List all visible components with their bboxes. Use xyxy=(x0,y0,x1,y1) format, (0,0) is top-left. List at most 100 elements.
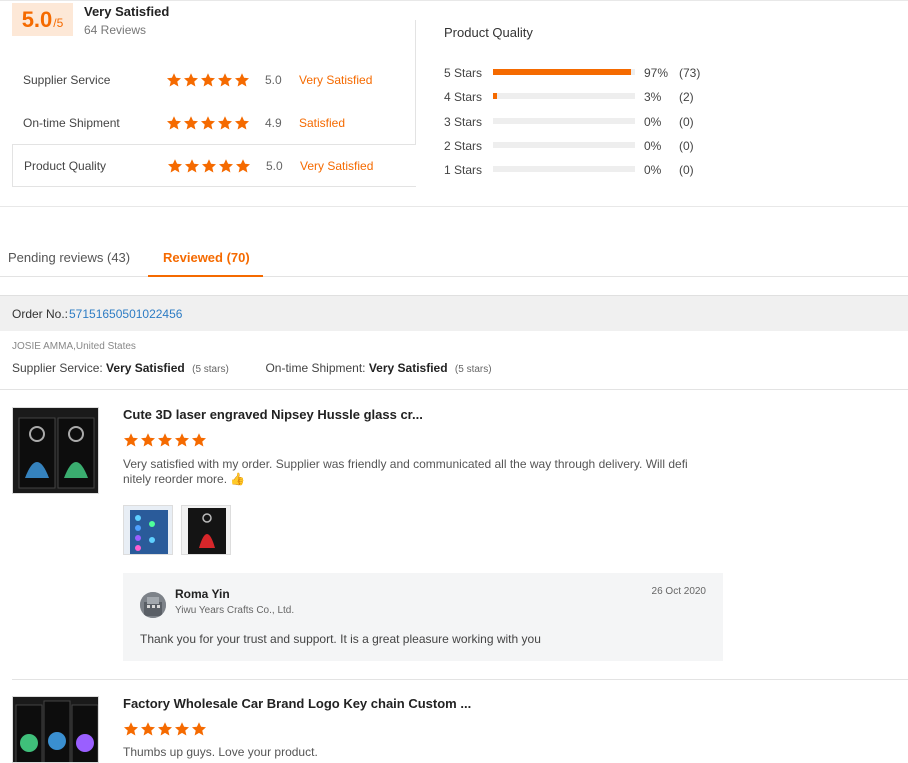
histogram-count: (73) xyxy=(679,66,701,80)
tab-reviewed[interactable]: Reviewed (70) xyxy=(163,250,250,265)
order-number-label: Order No.: xyxy=(12,307,69,321)
rating-label: Very Satisfied xyxy=(300,158,374,173)
histogram-count: (0) xyxy=(679,114,694,129)
rating-label: Very Satisfied xyxy=(299,72,373,87)
rating-row-product-quality[interactable]: Product Quality 5.0 Very Satisfied xyxy=(12,144,416,187)
review-photo[interactable] xyxy=(181,505,231,555)
rating-breakdown: Supplier Service 5.0 Very Satisfied On-t… xyxy=(12,58,416,187)
histogram-title: Product Quality xyxy=(444,25,533,40)
star-rating xyxy=(166,72,250,88)
rating-row-supplier-service[interactable]: Supplier Service 5.0 Very Satisfied xyxy=(12,58,416,101)
star-icon xyxy=(157,721,173,737)
star-icon xyxy=(123,432,139,448)
star-icon xyxy=(234,72,250,88)
histogram-track xyxy=(493,166,635,173)
order-ratings: Supplier Service: Very Satisfied (5 star… xyxy=(12,361,492,375)
star-rating xyxy=(167,158,251,174)
shipment-stars: (5 stars) xyxy=(454,364,492,375)
overall-rating-label: Very Satisfied xyxy=(84,4,170,19)
star-icon xyxy=(140,721,156,737)
star-icon xyxy=(191,432,207,448)
histogram-row: 5 Stars 97% (73) xyxy=(444,64,744,88)
histogram-label: 1 Stars xyxy=(444,163,483,178)
product-title[interactable]: Factory Wholesale Car Brand Logo Key cha… xyxy=(123,696,471,711)
overall-score-badge: 5.0 /5 xyxy=(12,3,73,36)
star-icon xyxy=(183,115,199,131)
rating-histogram: 5 Stars 97% (73) 4 Stars 3% (2) 3 Stars … xyxy=(444,64,744,185)
review-text-line: nitely reorder more. 👍 xyxy=(123,472,246,486)
star-icon xyxy=(166,72,182,88)
order-header: Order No.: 57151650501022456 xyxy=(0,295,908,331)
star-icon xyxy=(217,72,233,88)
product-thumbnail[interactable] xyxy=(12,696,99,763)
shipment-value: Very Satisfied xyxy=(368,361,448,375)
star-icon xyxy=(183,72,199,88)
star-icon xyxy=(184,158,200,174)
star-icon xyxy=(235,158,251,174)
star-icon xyxy=(200,72,216,88)
rating-score: 4.9 xyxy=(265,115,282,130)
star-icon xyxy=(218,158,234,174)
review-tabs: Pending reviews (43) Reviewed (70) xyxy=(0,207,908,277)
star-icon xyxy=(123,721,139,737)
reply-date: 26 Oct 2020 xyxy=(651,586,706,597)
review-photo[interactable] xyxy=(123,505,173,555)
star-rating xyxy=(123,432,207,448)
histogram-count: (0) xyxy=(679,163,694,178)
rating-score: 5.0 xyxy=(265,72,282,87)
order-number-link[interactable]: 57151650501022456 xyxy=(69,307,182,321)
review-text-line: Very satisfied with my order. Supplier w… xyxy=(123,457,688,471)
divider xyxy=(12,679,908,680)
star-icon xyxy=(166,115,182,131)
histogram-row: 2 Stars 0% (0) xyxy=(444,137,744,161)
histogram-count: (2) xyxy=(679,90,694,105)
reply-company: Yiwu Years Crafts Co., Ltd. xyxy=(175,605,295,616)
overall-score: 5.0 xyxy=(21,7,53,32)
tab-pending-reviews[interactable]: Pending reviews (43) xyxy=(8,250,130,265)
rating-row-on-time-shipment[interactable]: On-time Shipment 4.9 Satisfied xyxy=(12,101,416,144)
star-rating xyxy=(166,115,250,131)
review-text: Thumbs up guys. Love your product. xyxy=(123,745,693,760)
histogram-row: 1 Stars 0% (0) xyxy=(444,161,744,185)
overall-score-max: /5 xyxy=(53,16,64,30)
histogram-percent: 0% xyxy=(644,163,662,178)
star-rating xyxy=(123,721,207,737)
divider xyxy=(415,20,416,145)
star-icon xyxy=(201,158,217,174)
supplier-service-stars: (5 stars) xyxy=(192,364,229,375)
histogram-percent: 0% xyxy=(644,138,662,153)
histogram-track xyxy=(493,141,635,148)
rating-score: 5.0 xyxy=(266,158,283,173)
star-icon xyxy=(200,115,216,131)
histogram-row: 3 Stars 0% (0) xyxy=(444,113,744,137)
shipment-label: On-time Shipment: xyxy=(265,361,369,375)
review-text-line: Thumbs up guys. Love your product. xyxy=(123,745,318,759)
rating-label: Satisfied xyxy=(299,115,346,130)
histogram-track xyxy=(493,69,635,75)
star-icon xyxy=(234,115,250,131)
product-thumbnail[interactable] xyxy=(12,407,99,494)
histogram-fill xyxy=(493,93,498,100)
rating-name: Product Quality xyxy=(24,158,107,173)
histogram-track xyxy=(493,93,635,100)
reviews-count: 64 Reviews xyxy=(84,23,147,37)
rating-name: Supplier Service xyxy=(23,72,111,87)
histogram-row: 4 Stars 3% (2) xyxy=(444,88,744,112)
histogram-label: 3 Stars xyxy=(444,114,483,129)
buyer-name: JOSIE AMMA,United States xyxy=(12,341,136,352)
review-text: Very satisfied with my order. Supplier w… xyxy=(123,457,693,487)
star-icon xyxy=(191,721,207,737)
active-tab-indicator xyxy=(148,275,263,277)
rating-name: On-time Shipment xyxy=(23,115,120,130)
histogram-fill xyxy=(493,69,631,75)
star-icon xyxy=(174,432,190,448)
reply-text: Thank you for your trust and support. It… xyxy=(140,632,541,646)
histogram-label: 5 Stars xyxy=(444,66,483,80)
histogram-percent: 0% xyxy=(644,114,662,129)
supplier-service-label: Supplier Service: xyxy=(12,361,107,375)
reply-author-name: Roma Yin xyxy=(175,587,230,601)
star-icon xyxy=(217,115,233,131)
product-title[interactable]: Cute 3D laser engraved Nipsey Hussle gla… xyxy=(123,407,423,422)
histogram-label: 2 Stars xyxy=(444,138,483,153)
star-icon xyxy=(157,432,173,448)
